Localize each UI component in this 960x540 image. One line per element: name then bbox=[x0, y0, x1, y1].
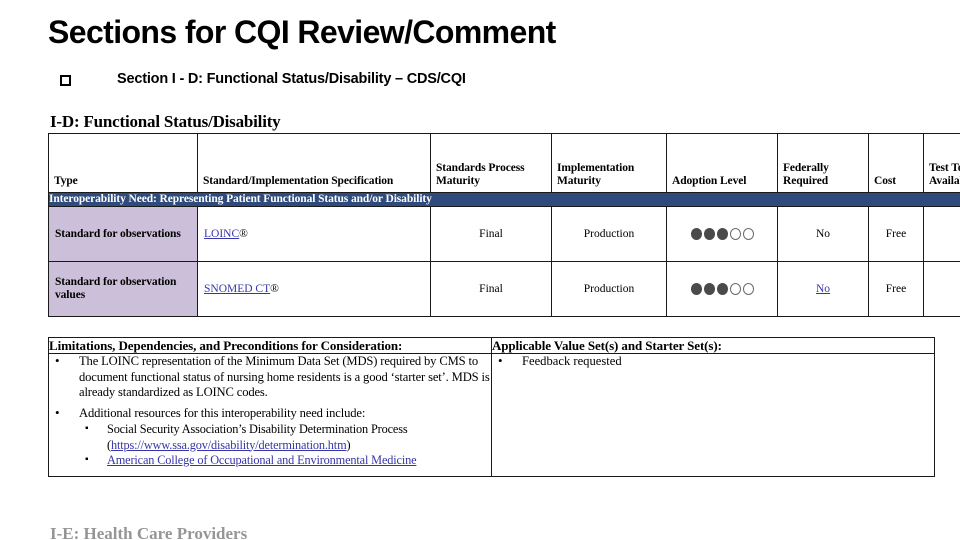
ssa-disability-link[interactable]: https://www.ssa.gov/disability/determina… bbox=[111, 438, 347, 452]
column-header-cost: Cost bbox=[868, 133, 924, 193]
cell-cost: Free bbox=[868, 206, 924, 262]
column-header-adoption-level: Adoption Level bbox=[666, 133, 778, 193]
list-item: Social Security Association’s Disability… bbox=[79, 421, 491, 453]
interoperability-standards-table: Interoperability Need: Representing Pati… bbox=[48, 133, 960, 317]
column-header-standard: Standard/Implementation Specification bbox=[197, 133, 431, 193]
adoption-dots bbox=[673, 228, 771, 240]
interoperability-need-text: Interoperability Need: Representing Pati… bbox=[48, 192, 960, 207]
column-header-type: Type bbox=[48, 133, 198, 193]
adoption-dot-empty bbox=[742, 228, 754, 240]
cell-standard: SNOMED CT® bbox=[197, 261, 431, 317]
next-section-heading-clipped: I-E: Health Care Providers bbox=[50, 524, 550, 540]
cell-implementation-maturity: Production bbox=[551, 206, 667, 262]
next-section-heading-text: I-E: Health Care Providers bbox=[50, 524, 248, 540]
list-item: American College of Occupational and Env… bbox=[79, 452, 491, 469]
cell-federally-required: No bbox=[777, 206, 869, 262]
adoption-dot-filled bbox=[703, 228, 715, 240]
list-item-label: Additional resources for this interopera… bbox=[79, 405, 366, 420]
table-row: Standard for observations LOINC® Final P… bbox=[48, 206, 960, 262]
cell-process-maturity: Final bbox=[430, 206, 552, 262]
adoption-dot-empty bbox=[742, 283, 754, 295]
federally-required-value: No bbox=[815, 227, 831, 240]
cell-process-maturity: Final bbox=[430, 261, 552, 317]
adoption-dot-empty bbox=[729, 283, 741, 295]
adoption-dot-filled bbox=[716, 228, 728, 240]
cell-test-tool: N/A bbox=[923, 206, 960, 262]
document-section-heading: I-D: Functional Status/Disability bbox=[50, 112, 281, 131]
limitations-sublist: Social Security Association’s Disability… bbox=[79, 421, 491, 469]
cell-cost: Free bbox=[868, 261, 924, 317]
table-header-row: Type Standard/Implementation Specificati… bbox=[48, 133, 960, 193]
list-item: Feedback requested bbox=[492, 353, 934, 370]
standard-link-snomed-ct[interactable]: SNOMED CT bbox=[204, 283, 270, 295]
table-body: Standard for observations LOINC® Final P… bbox=[48, 206, 960, 317]
cell-federally-required: No bbox=[777, 261, 869, 317]
limitations-and-valuesets-table: Limitations, Dependencies, and Precondit… bbox=[48, 337, 935, 477]
cell-adoption-level bbox=[666, 206, 778, 262]
section-bullet-row: Section I - D: Functional Status/Disabil… bbox=[60, 71, 920, 87]
limits-header-row: Limitations, Dependencies, and Precondit… bbox=[48, 337, 935, 354]
table-row: Standard for observation values SNOMED C… bbox=[48, 261, 960, 317]
adoption-dot-filled bbox=[690, 228, 702, 240]
cell-adoption-level bbox=[666, 261, 778, 317]
adoption-dots bbox=[673, 283, 771, 295]
cell-test-tool: N/A bbox=[923, 261, 960, 317]
checkbox-empty-icon bbox=[60, 75, 71, 86]
adoption-dot-filled bbox=[716, 283, 728, 295]
acoem-link[interactable]: American College of Occupational and Env… bbox=[107, 453, 417, 467]
cell-type: Standard for observations bbox=[48, 206, 198, 262]
limitations-header: Limitations, Dependencies, and Precondit… bbox=[48, 337, 492, 354]
standard-link-loinc[interactable]: LOINC bbox=[204, 228, 239, 240]
adoption-dot-filled bbox=[690, 283, 702, 295]
column-header-test-tool-availability: Test Tool Availability bbox=[923, 133, 960, 193]
column-header-implementation-maturity: Implementation Maturity bbox=[551, 133, 667, 193]
adoption-dot-empty bbox=[729, 228, 741, 240]
value-sets-body: Feedback requested bbox=[491, 353, 935, 477]
cell-standard: LOINC® bbox=[197, 206, 431, 262]
section-bullet-label: Section I - D: Functional Status/Disabil… bbox=[117, 71, 466, 87]
sub-item-text: Social Security Association’s Disability… bbox=[107, 422, 408, 436]
federally-required-link[interactable]: No bbox=[816, 283, 830, 295]
list-item: The LOINC representation of the Minimum … bbox=[49, 353, 491, 401]
registered-mark-icon: ® bbox=[270, 282, 279, 295]
registered-mark-icon: ® bbox=[239, 227, 248, 240]
limitations-list: The LOINC representation of the Minimum … bbox=[49, 353, 491, 469]
adoption-dot-filled bbox=[703, 283, 715, 295]
limits-body-row: The LOINC representation of the Minimum … bbox=[48, 353, 935, 477]
list-item: Additional resources for this interopera… bbox=[49, 405, 491, 469]
cell-implementation-maturity: Production bbox=[551, 261, 667, 317]
cell-type: Standard for observation values bbox=[48, 261, 198, 317]
column-header-standards-process-maturity: Standards Process Maturity bbox=[430, 133, 552, 193]
embedded-document: I-D: Functional Status/Disability Intero… bbox=[48, 112, 960, 477]
limitations-body: The LOINC representation of the Minimum … bbox=[48, 353, 492, 477]
column-header-federally-required: Federally Required bbox=[777, 133, 869, 193]
value-sets-header: Applicable Value Set(s) and Starter Set(… bbox=[491, 337, 935, 354]
page-title: Sections for CQI Review/Comment bbox=[48, 14, 556, 50]
interoperability-need-bar: Interoperability Need: Representing Pati… bbox=[48, 192, 960, 207]
